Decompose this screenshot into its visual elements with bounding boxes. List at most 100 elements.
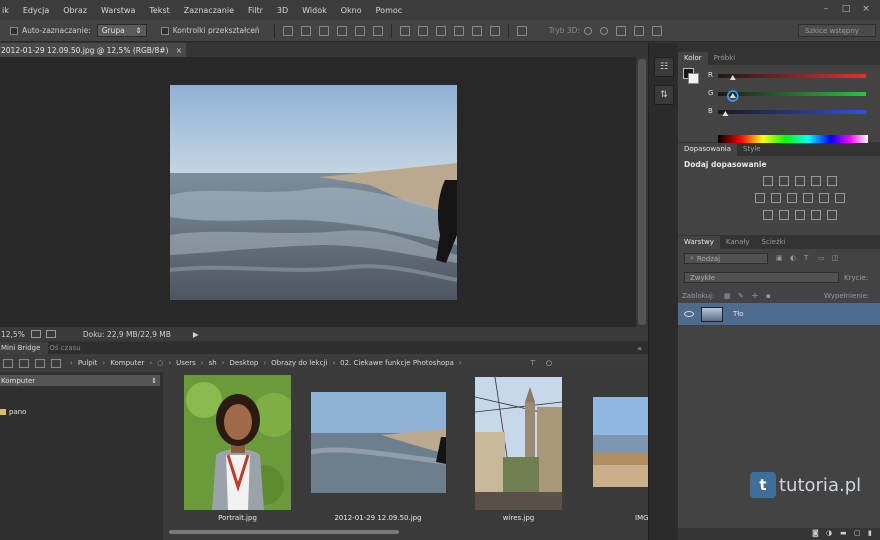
filter-icon[interactable]: ⊤: [530, 359, 536, 367]
distribute-vcenter-icon[interactable]: [417, 25, 428, 36]
rotate-3d-icon[interactable]: [583, 26, 592, 35]
filter-adjust-icon[interactable]: ◐: [790, 254, 796, 262]
menu-filter[interactable]: Filtr: [241, 6, 270, 15]
lock-pixels-icon[interactable]: ✎: [738, 292, 744, 300]
canvas-area[interactable]: [0, 57, 636, 327]
auto-select-checkbox[interactable]: [10, 26, 18, 35]
refresh-icon[interactable]: [51, 358, 61, 368]
tab-channels[interactable]: Kanały: [720, 236, 756, 249]
menu-window[interactable]: Okno: [334, 6, 369, 15]
workspace-selector[interactable]: Szkice wstępny: [798, 24, 876, 37]
posterize-icon[interactable]: [779, 210, 789, 220]
filter-pixel-icon[interactable]: ▣: [776, 254, 783, 262]
document-tab[interactable]: 2012-01-29 12.09.50.jpg @ 12,5% (RGB/8#)…: [0, 43, 186, 57]
selective-color-icon[interactable]: [827, 210, 837, 220]
vibrance-icon[interactable]: [827, 176, 837, 186]
breadcrumb-desktop-folder[interactable]: Desktop: [226, 359, 261, 367]
breadcrumb-desktop[interactable]: Pulpit: [75, 359, 101, 367]
close-window-icon[interactable]: ×: [860, 4, 872, 14]
channel-mixer-icon[interactable]: [819, 193, 829, 203]
menu-view[interactable]: Widok: [295, 6, 334, 15]
menu-image[interactable]: Obraz: [56, 6, 94, 15]
filter-shape-icon[interactable]: ▭: [818, 254, 825, 262]
menu-layer[interactable]: Warstwa: [94, 6, 142, 15]
align-top-icon[interactable]: [282, 25, 293, 36]
location-dropdown[interactable]: Komputer ⇕: [0, 375, 160, 386]
align-right-icon[interactable]: [372, 25, 383, 36]
red-marker[interactable]: [729, 75, 736, 80]
align-bottom-icon[interactable]: [318, 25, 329, 36]
tab-mini-bridge[interactable]: Mini Bridge: [0, 342, 49, 354]
breadcrumb-sh[interactable]: sh: [206, 359, 220, 367]
menu-type[interactable]: Tekst: [142, 6, 176, 15]
folder-item[interactable]: pano: [0, 407, 26, 417]
thumbnail-wires[interactable]: [475, 377, 562, 510]
menu-file[interactable]: ik: [0, 6, 16, 15]
menu-edit[interactable]: Edycja: [16, 6, 56, 15]
breadcrumb-computer[interactable]: Komputer: [107, 359, 147, 367]
auto-align-icon[interactable]: [516, 25, 527, 36]
trash-icon[interactable]: ▮: [868, 529, 872, 537]
color-balance-icon[interactable]: [771, 193, 781, 203]
auto-select-dropdown[interactable]: Grupa ⇕: [96, 24, 147, 37]
green-marker[interactable]: [729, 93, 736, 98]
layer-row-background[interactable]: Tło: [678, 303, 880, 325]
background-color-swatch[interactable]: [688, 73, 699, 84]
distribute-left-icon[interactable]: [453, 25, 464, 36]
align-left-icon[interactable]: [336, 25, 347, 36]
menu-select[interactable]: Zaznaczanie: [177, 6, 241, 15]
color-lookup-icon[interactable]: [835, 193, 845, 203]
slide-3d-icon[interactable]: [633, 25, 644, 36]
new-group-icon[interactable]: ▬: [840, 529, 847, 537]
hue-saturation-icon[interactable]: [755, 193, 765, 203]
close-icon[interactable]: ×: [176, 46, 182, 55]
blend-mode-dropdown[interactable]: Zwykłe: [684, 272, 839, 283]
tab-adjustments[interactable]: Dopasowania: [678, 143, 738, 156]
scrollbar-thumb[interactable]: [638, 59, 646, 325]
history-icon[interactable]: ☷: [654, 57, 674, 77]
new-adjustment-icon[interactable]: ◑: [826, 529, 832, 537]
zoom-level[interactable]: 12,5%: [1, 330, 25, 339]
invert-icon[interactable]: [763, 210, 773, 220]
back-icon[interactable]: [3, 358, 13, 368]
thumbnails-horizontal-scrollbar[interactable]: [169, 530, 399, 534]
minimize-icon[interactable]: –: [820, 4, 832, 14]
drag-3d-icon[interactable]: [615, 25, 626, 36]
visibility-eye-icon[interactable]: [684, 311, 694, 317]
curves-icon[interactable]: [795, 176, 805, 186]
roll-3d-icon[interactable]: [599, 26, 608, 35]
distribute-top-icon[interactable]: [399, 25, 410, 36]
breadcrumb-users[interactable]: Users: [173, 359, 199, 367]
beach-photo[interactable]: [170, 85, 457, 300]
thumbnail-beach[interactable]: [311, 392, 446, 493]
breadcrumb-lesson-folder[interactable]: 02. Ciekawe funkcje Photoshopa: [337, 359, 457, 367]
align-hcenter-icon[interactable]: [354, 25, 365, 36]
menu-3d[interactable]: 3D: [270, 6, 295, 15]
menu-help[interactable]: Pomoc: [369, 6, 410, 15]
share-icon[interactable]: [45, 330, 56, 338]
layer-filter-dropdown[interactable]: ⌕ Rodzaj: [684, 253, 768, 264]
distribute-hcenter-icon[interactable]: [471, 25, 482, 36]
tab-color[interactable]: Kolor: [678, 52, 708, 65]
transform-controls-checkbox[interactable]: [160, 26, 169, 35]
filter-type-icon[interactable]: T: [804, 254, 808, 262]
photo-filter-icon[interactable]: [803, 193, 813, 203]
brightness-icon[interactable]: [763, 176, 773, 186]
new-layer-icon[interactable]: ▢: [854, 529, 861, 537]
grid-icon[interactable]: [35, 358, 45, 368]
align-vcenter-icon[interactable]: [300, 25, 311, 36]
canvas-vertical-scrollbar[interactable]: [636, 57, 648, 327]
tab-paths[interactable]: Ścieżki: [756, 236, 792, 249]
lock-position-icon[interactable]: ✛: [752, 292, 758, 300]
scale-3d-icon[interactable]: [651, 25, 662, 36]
breadcrumb-images[interactable]: Obrazy do lekcji: [268, 359, 330, 367]
levels-icon[interactable]: [779, 176, 789, 186]
tab-styles[interactable]: Style: [737, 143, 767, 156]
properties-icon[interactable]: ⇅: [654, 85, 674, 105]
exposure-icon[interactable]: [811, 176, 821, 186]
filter-smart-icon[interactable]: ◫: [832, 254, 839, 262]
thumbnail-portrait[interactable]: [184, 375, 291, 510]
collapse-icon[interactable]: «: [637, 344, 642, 353]
thumbnail-partial[interactable]: [593, 397, 648, 487]
forward-icon[interactable]: [19, 358, 29, 368]
